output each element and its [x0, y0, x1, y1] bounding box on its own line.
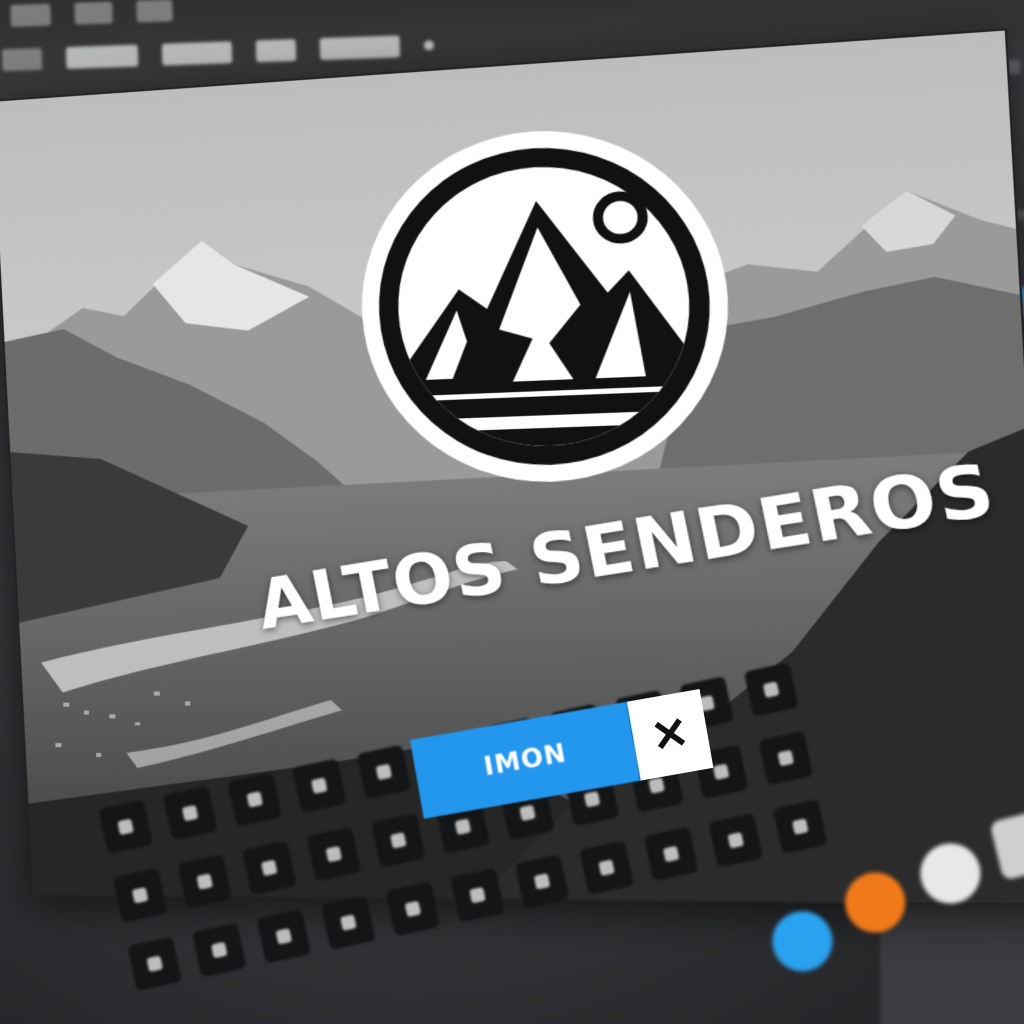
asset-thumbnail[interactable]	[744, 662, 799, 717]
menu-item[interactable]	[136, 0, 173, 23]
close-icon: ✕	[647, 706, 692, 763]
asset-thumbnail[interactable]	[357, 745, 412, 800]
asset-thumbnail[interactable]	[242, 841, 297, 896]
asset-thumbnail[interactable]	[579, 840, 634, 895]
mountain-logo-icon	[349, 115, 743, 492]
menu-item[interactable]	[10, 4, 51, 27]
tool-options-bar	[2, 34, 435, 71]
asset-thumbnail[interactable]	[321, 895, 376, 950]
asset-thumbnail[interactable]	[113, 868, 168, 923]
app-icon-white[interactable]	[914, 837, 987, 910]
asset-thumbnail[interactable]	[307, 827, 362, 882]
asset-thumbnail[interactable]	[450, 868, 505, 923]
app-icon-blue[interactable]	[766, 905, 839, 978]
asset-thumbnail[interactable]	[177, 854, 232, 909]
asset-thumbnail[interactable]	[292, 758, 347, 813]
asset-thumbnail[interactable]	[708, 813, 763, 868]
asset-thumbnail[interactable]	[98, 800, 153, 855]
asset-thumbnail[interactable]	[515, 854, 570, 909]
asset-thumbnail[interactable]	[192, 923, 247, 978]
dropdown-arrow-icon[interactable]	[424, 40, 434, 50]
tool-option[interactable]	[162, 41, 233, 65]
tool-option[interactable]	[256, 39, 297, 62]
tool-option[interactable]	[66, 45, 139, 69]
asset-thumbnail[interactable]	[758, 731, 813, 786]
tool-option[interactable]	[2, 48, 43, 71]
menu-bar	[10, 0, 173, 27]
app-icon-orange[interactable]	[839, 866, 912, 939]
asset-thumbnail[interactable]	[227, 772, 282, 827]
asset-thumbnail[interactable]	[257, 909, 312, 964]
asset-thumbnail[interactable]	[773, 799, 828, 854]
screen: ALTOS SENDEROS IMON ✕	[0, 0, 1024, 1024]
close-button[interactable]: ✕	[627, 689, 714, 781]
asset-thumbnail[interactable]	[127, 937, 182, 992]
asset-thumbnail[interactable]	[644, 827, 699, 882]
tool-option[interactable]	[320, 35, 401, 60]
menu-item[interactable]	[74, 1, 113, 24]
asset-thumbnail[interactable]	[163, 786, 218, 841]
asset-thumbnail[interactable]	[371, 813, 426, 868]
asset-thumbnail[interactable]	[386, 882, 441, 937]
